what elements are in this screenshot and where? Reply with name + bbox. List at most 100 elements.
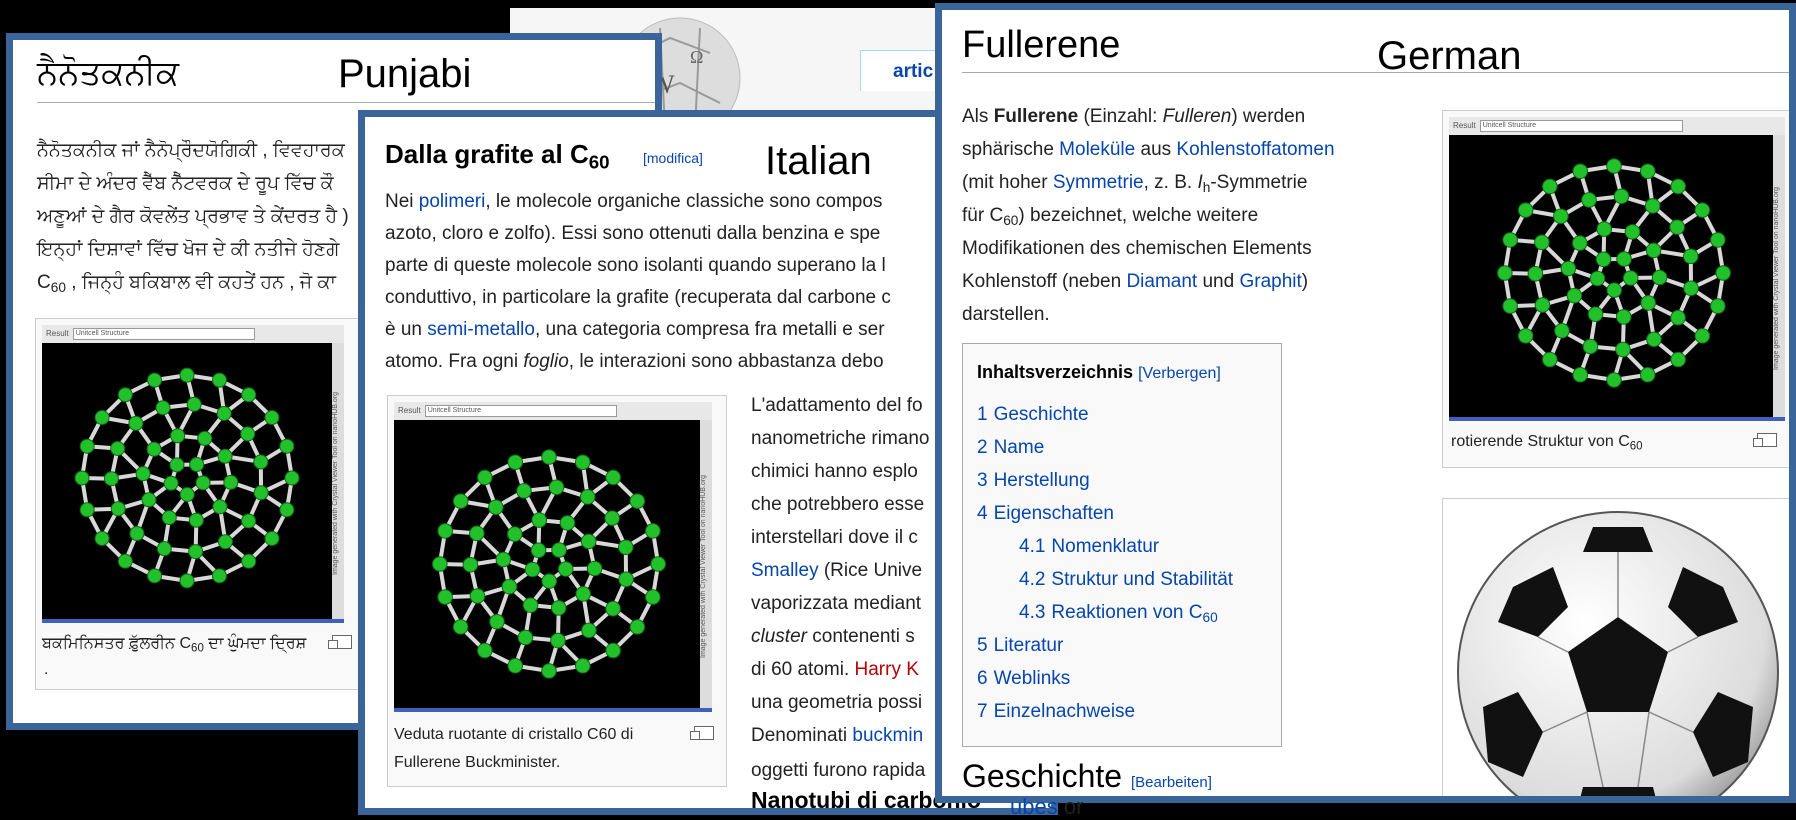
fullerene-atom	[111, 502, 125, 516]
fullerene-atom	[129, 416, 143, 430]
toc-item[interactable]: 4.2Struktur und Stabilität	[1019, 569, 1233, 591]
fullerene-atom	[646, 524, 661, 539]
fullerene-atom	[1555, 323, 1570, 338]
fullerene-atom	[1625, 225, 1640, 240]
italian-p2-line-4: che potrebbero esse	[751, 488, 924, 521]
link-graphit[interactable]: Graphit	[1239, 271, 1301, 292]
fullerene-atom	[142, 493, 156, 507]
link-kohlenstoffatomen[interactable]: Kohlenstoffatomen	[1176, 139, 1334, 160]
fullerene-atom	[190, 458, 204, 472]
viewer-select[interactable]: Unitcell Structure	[1480, 120, 1683, 132]
toc-item-number: 5	[977, 635, 988, 656]
toc-item[interactable]: 4.3Reaktionen von C60	[1019, 602, 1218, 625]
fullerene-atom	[1543, 352, 1558, 367]
italian-p1-line-6: atomo. Fra ogni foglio, le interazioni s…	[385, 345, 884, 378]
fullerene-atom	[1588, 307, 1603, 322]
italian-p1-line-2: azoto, cloro e zolfo). Essi sono ottenut…	[385, 217, 880, 250]
link-nanotubes[interactable]: ubes	[1010, 794, 1058, 819]
fullerene-atom	[1695, 203, 1710, 218]
background-overflow-text: ubes or	[1010, 794, 1083, 820]
fullerene-atom	[525, 562, 540, 577]
toc-item[interactable]: 3Herstellung	[977, 470, 1090, 492]
viewer-toolbar: ResultUnitcell Structure	[394, 402, 712, 420]
viewer-select[interactable]: Unitcell Structure	[73, 328, 256, 340]
table-of-contents: Inhaltsverzeichnis [Verbergen] 1Geschich…	[962, 343, 1282, 747]
link-semi-metallo[interactable]: semi-metallo	[427, 319, 535, 340]
toc-item[interactable]: 4.1Nomenklatur	[1019, 536, 1159, 558]
fullerene-atom	[212, 373, 226, 387]
link-smalley[interactable]: Smalley	[751, 560, 819, 581]
toc-item-label: Einzelnachweise	[994, 701, 1136, 722]
german-thumbnail: ResultUnitcell Structure Image generated…	[1442, 110, 1794, 468]
fullerene-atom	[489, 500, 504, 515]
toc-item[interactable]: 5Literatur	[977, 635, 1063, 657]
fullerene-atom	[95, 411, 109, 425]
fullerene-atom	[1711, 299, 1726, 314]
enlarge-icon[interactable]	[1757, 433, 1777, 447]
punjabi-thumbnail: ResultUnitcell Structure Image generated…	[35, 318, 361, 690]
toc-item[interactable]: 2Name	[977, 437, 1044, 459]
fullerene-atom	[242, 554, 256, 568]
toc-item[interactable]: 6Weblinks	[977, 668, 1070, 690]
fullerene-atom	[118, 554, 132, 568]
fullerene-atom	[280, 439, 294, 453]
fullerene-atom	[618, 540, 633, 555]
toc-item-number: 4	[977, 503, 988, 524]
german-edit-link[interactable]: [Bearbeiten]	[1131, 774, 1212, 791]
punjabi-line-2: ਸੀਮਾ ਦੇ ਅੰਦਰ ਵੈੱਬ ਨੈੱਟਵਰਕ ਦੇ ਰੂਪ ਵਿੱਚ ਕੌ	[37, 167, 334, 200]
fullerene-atom	[1607, 159, 1622, 174]
link-harry-kroto[interactable]: Harry K	[855, 659, 919, 680]
enlarge-icon[interactable]	[694, 726, 714, 740]
italian-edit-link[interactable]: [modifica]	[643, 150, 703, 166]
fullerene-atom	[1684, 281, 1699, 296]
fullerene-atom	[75, 471, 89, 485]
toc-item[interactable]: 7Einzelnachweise	[977, 701, 1135, 723]
fullerene-atom	[575, 658, 590, 673]
viewer-side-label: Image generated with Crystal Viewer Tool…	[332, 343, 344, 623]
fullerene-atom	[189, 545, 203, 559]
link-buckminster[interactable]: buckmin	[852, 725, 923, 746]
italian-heading: Dalla grafite al C60	[385, 139, 610, 174]
fullerene-atom	[242, 514, 256, 528]
fullerene-atom	[164, 476, 178, 490]
fullerene-atom	[80, 503, 94, 517]
fullerene-atom	[1647, 332, 1662, 347]
fullerene-atom	[1518, 203, 1533, 218]
toc-toggle[interactable]: [Verbergen]	[1138, 365, 1221, 382]
toc-item[interactable]: 1Geschichte	[977, 404, 1089, 426]
fullerene-atom	[104, 472, 118, 486]
link-symmetrie[interactable]: Symmetrie	[1053, 172, 1144, 193]
crystal-viewer-image[interactable]: ResultUnitcell Structure Image generated…	[1449, 117, 1785, 421]
link-diamant[interactable]: Diamant	[1126, 271, 1197, 292]
viewer-progress-bar	[1449, 417, 1785, 421]
italian-caption-line-2: Fullerene Buckminister.	[394, 750, 560, 776]
fullerene-atom	[254, 486, 268, 500]
fullerene-atom	[1640, 367, 1655, 382]
fullerene-molecule-icon	[1484, 143, 1744, 403]
fullerene-atom	[1554, 209, 1569, 224]
fullerene-atom	[1616, 342, 1631, 357]
fullerene-atom	[619, 572, 634, 587]
fullerene-atom	[1646, 243, 1661, 258]
link-molekuele[interactable]: Moleküle	[1059, 139, 1135, 160]
fullerene-atom	[224, 475, 238, 489]
fullerene-atom	[242, 388, 256, 402]
fullerene-atom	[651, 557, 666, 572]
viewer-select[interactable]: Unitcell Structure	[425, 405, 617, 417]
toc-item[interactable]: 4Eigenschaften	[977, 503, 1114, 525]
fullerene-atom	[1607, 283, 1622, 298]
fullerene-atom	[213, 500, 227, 514]
fullerene-atom	[551, 601, 566, 616]
toc-item-label: Struktur und Stabilität	[1051, 569, 1233, 590]
fullerene-atom	[496, 552, 511, 567]
italian-p2-line-2: nanometriche rimano	[751, 422, 929, 455]
crystal-viewer-image[interactable]: ResultUnitcell Structure Image generated…	[394, 402, 712, 712]
crystal-viewer-image[interactable]: ResultUnitcell Structure Image generated…	[42, 325, 344, 623]
viewer-progress-bar	[42, 619, 344, 623]
viewer-side-label: Image generated with Crystal Viewer Tool…	[1773, 135, 1785, 421]
fullerene-atom	[196, 476, 210, 490]
fullerene-atom	[558, 562, 573, 577]
soccer-ball-image[interactable]	[1453, 507, 1783, 803]
enlarge-icon[interactable]	[332, 635, 352, 649]
link-polimeri[interactable]: polimeri	[419, 191, 486, 212]
